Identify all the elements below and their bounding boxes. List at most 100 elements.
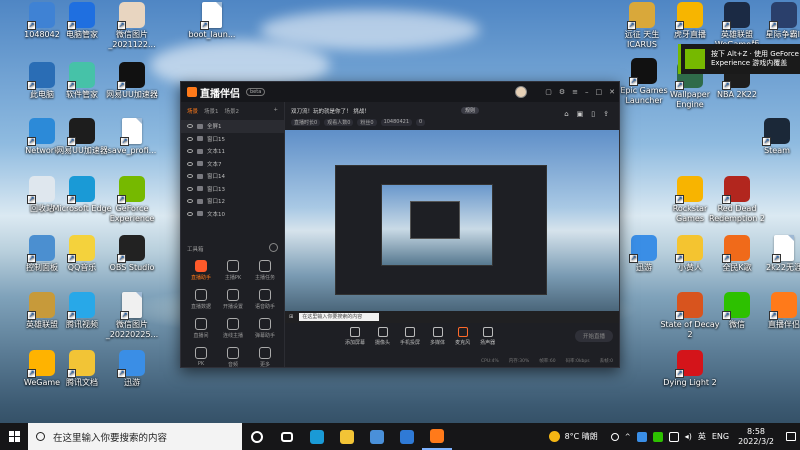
source-item[interactable]: 窗口13	[181, 183, 284, 196]
source-item[interactable]: 全屏1	[181, 120, 284, 133]
tool-button[interactable]: 音频	[217, 347, 249, 367]
cortana-button[interactable]	[242, 423, 272, 450]
desktop-right-icon-13[interactable]: ↗ 2k22无涯	[752, 235, 800, 273]
eye-icon[interactable]	[187, 149, 193, 154]
tab-scene-2[interactable]: 场景2	[225, 107, 240, 115]
tab-scene-1[interactable]: 场景1	[204, 107, 219, 115]
desktop-left-icon-21[interactable]: ↗ 迅游	[100, 350, 164, 388]
clock[interactable]: 8:58 2022/3/2	[738, 427, 774, 447]
shortcut-arrow-icon: ↗	[675, 81, 684, 90]
people-icon[interactable]	[610, 432, 619, 441]
live-companion-window[interactable]: 直播伴侣 beta ▢ ⚙ ≡ – □ ✕ 场景 场景1 场景2 + 全屏1 窗口…	[180, 81, 620, 368]
source-item[interactable]: 文本10	[181, 208, 284, 221]
stream-preview[interactable]: ⊞ 在这里输入你要搜索的内容	[285, 130, 619, 323]
file-explorer-icon	[340, 429, 354, 444]
desktop-right-icon-9[interactable]: ↗ Red Dead Redemption 2	[705, 176, 769, 224]
taskbar-app-task-view[interactable]	[272, 423, 302, 450]
source-item[interactable]: 窗口12	[181, 195, 284, 208]
tool-button[interactable]: 直播间	[185, 318, 217, 339]
source-item[interactable]: 文本11	[181, 145, 284, 158]
input-method-indicator[interactable]: 英	[698, 431, 706, 442]
taskbar-search[interactable]: 在这里输入你要搜索的内容	[28, 423, 242, 450]
start-button[interactable]	[0, 423, 28, 450]
shield-icon[interactable]	[636, 431, 647, 442]
taskbar-app-live-companion[interactable]	[422, 423, 452, 450]
settings-icon[interactable]: ⚙	[559, 88, 565, 96]
app-icon: ↗	[722, 2, 750, 30]
close-icon[interactable]: ✕	[609, 88, 615, 96]
taskbar-app-mail[interactable]	[392, 423, 422, 450]
message-icon[interactable]: ▢	[545, 88, 552, 96]
preview-tools: ⌂ ▣ ▯ ⇪	[564, 110, 609, 118]
avatar[interactable]	[515, 86, 527, 98]
tool-button[interactable]: 主播PK	[217, 260, 249, 281]
lock-icon[interactable]: ⌂	[564, 110, 568, 118]
source-add-button[interactable]: 扬声器	[480, 326, 495, 346]
source-name: 全屏1	[207, 124, 222, 131]
taskbar-app-file-explorer[interactable]	[332, 423, 362, 450]
geforce-overlay-popup[interactable]: 按下 Alt+Z · 使用 GeForce Experience 游戏内覆盖	[678, 44, 800, 74]
source-add-button[interactable]: 麦克风	[455, 326, 471, 346]
rules-button[interactable]: 规则	[461, 107, 480, 114]
source-add-button[interactable]: 摄像头	[375, 326, 390, 346]
source-add-button[interactable]: 多媒体	[430, 326, 445, 346]
taskbar-app-store[interactable]	[362, 423, 392, 450]
desktop-left-icon-2[interactable]: ↗ 微信图片_2021122...	[100, 2, 164, 50]
go-live-button[interactable]: 开始直播	[574, 330, 613, 342]
layout-icon[interactable]: ▣	[577, 110, 584, 118]
desktop-right-icon-16[interactable]: ↗ 直播伴侣	[752, 292, 800, 330]
eye-icon[interactable]	[187, 174, 193, 179]
desktop-right-icon-17[interactable]: ↗ Dying Light 2	[658, 350, 722, 388]
weather-widget[interactable]: 8°C 晴朗	[548, 431, 598, 442]
volume-icon[interactable]: ◂)	[685, 432, 692, 441]
maximize-icon[interactable]: □	[596, 88, 603, 96]
taskbar-app-edge[interactable]	[302, 423, 332, 450]
eye-icon[interactable]	[187, 124, 193, 129]
minimize-icon[interactable]: –	[585, 88, 589, 96]
tool-button[interactable]: 直播助手	[185, 260, 217, 281]
desktop-right-icon-3[interactable]: ↗ 星际争霸II	[752, 2, 800, 40]
add-scene-icon[interactable]: +	[273, 107, 278, 115]
title-bar[interactable]: 直播伴侣 beta ▢ ⚙ ≡ – □ ✕	[181, 82, 619, 102]
chevron-up-icon[interactable]: ^	[625, 433, 631, 441]
desktop-left-icon-6[interactable]: ↗ 网易UU加速器	[100, 62, 164, 100]
source-add-button[interactable]: 添加屏幕	[345, 326, 365, 346]
tool-button[interactable]: 直播数据	[185, 289, 217, 310]
tool-button[interactable]: PK	[185, 347, 217, 367]
app-icon: ↗	[117, 235, 145, 263]
notification-button[interactable]	[782, 423, 800, 450]
tool-button[interactable]: 开播设置	[217, 289, 249, 310]
desktop-left-icon-9[interactable]: ↗ save_profi...	[100, 118, 164, 156]
status-item: 帧率:60	[539, 359, 556, 364]
tool-button[interactable]: 更多	[249, 347, 281, 367]
tool-button[interactable]: 主播任务	[249, 260, 281, 281]
share-icon[interactable]: ⇪	[603, 110, 609, 118]
eye-icon[interactable]	[187, 186, 193, 191]
source-item[interactable]: 文本7	[181, 158, 284, 171]
tool-button[interactable]: 弹幕助手	[249, 318, 281, 339]
more-icon[interactable]	[269, 243, 278, 252]
eye-icon[interactable]	[187, 136, 193, 141]
eye-icon[interactable]	[187, 161, 193, 166]
eye-icon[interactable]	[187, 199, 193, 204]
desktop-left-icon-15[interactable]: ↗ OBS Studio	[100, 235, 164, 273]
tab-scene[interactable]: 场景	[187, 107, 198, 115]
tool-button[interactable]: 语音助手	[249, 289, 281, 310]
battery-icon[interactable]	[668, 431, 679, 442]
source-item[interactable]: 窗口15	[181, 133, 284, 146]
menu-icon[interactable]: ≡	[572, 88, 578, 96]
desktop-left-icon-12[interactable]: ↗ GeForce Experience	[100, 176, 164, 224]
desktop-right-icon-7[interactable]: ↗ Steam	[745, 118, 800, 156]
source-add-button[interactable]: 手机投屏	[400, 326, 420, 346]
desktop-left-icon-3[interactable]: ↗ boot_laun...	[180, 2, 244, 40]
clock-time: 8:58	[747, 426, 766, 436]
source-add-label: 麦克风	[455, 339, 471, 346]
icon-label: Red Dead Redemption 2	[709, 204, 765, 223]
source-item[interactable]: 窗口14	[181, 170, 284, 183]
language-indicator[interactable]: ENG	[712, 432, 729, 441]
eye-icon[interactable]	[187, 211, 193, 216]
portrait-icon[interactable]: ▯	[591, 110, 595, 118]
tool-button[interactable]: 连线主播	[217, 318, 249, 339]
desktop-left-icon-18[interactable]: ↗ 微信图片_20220225...	[100, 292, 164, 340]
wechat-tray-icon[interactable]	[652, 431, 663, 442]
